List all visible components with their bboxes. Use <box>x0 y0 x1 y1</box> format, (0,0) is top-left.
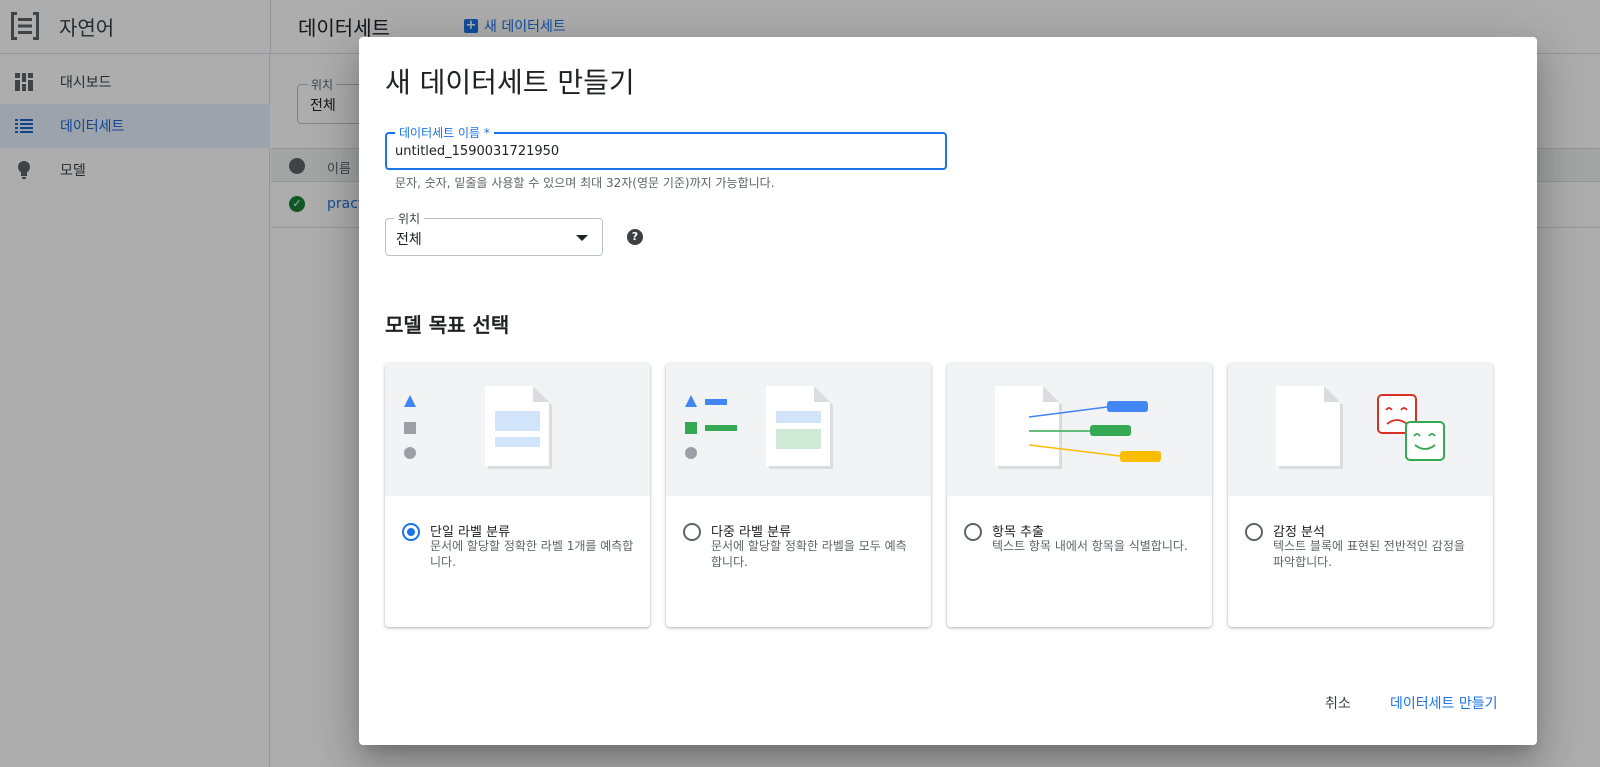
sentiment-analysis-icon <box>1276 386 1445 469</box>
multi-label-classification-icon <box>685 386 833 469</box>
single-label-illustration <box>385 363 650 496</box>
entity-extraction-illustration <box>947 363 1212 496</box>
create-dataset-dialog: 새 데이터세트 만들기 데이터세트 이름 * 문자, 숫자, 밑줄을 사용할 수… <box>359 37 1537 745</box>
objective-description: 문서에 할당할 정확한 라벨을 모두 예측합니다. <box>711 539 907 569</box>
objective-description: 문서에 할당할 정확한 라벨 1개를 예측합니다. <box>430 539 634 569</box>
objective-card-multi-label[interactable]: 다중 라벨 분류 문서에 할당할 정확한 라벨을 모두 예측합니다. <box>666 363 931 627</box>
objective-card-sentiment-analysis[interactable]: 감정 분석 텍스트 블록에 표현된 전반적인 감정을 파악합니다. <box>1228 363 1493 627</box>
dataset-name-hint: 문자, 숫자, 밑줄을 사용할 수 있으며 최대 32자(영문 기준)까지 가능… <box>395 176 775 190</box>
dataset-name-input[interactable] <box>395 141 935 161</box>
objective-card-single-label[interactable]: 단일 라벨 분류 문서에 할당할 정확한 라벨 1개를 예측합니다. <box>385 363 650 627</box>
objective-card-entity-extraction[interactable]: 항목 추출 텍스트 항목 내에서 항목을 식별합니다. <box>947 363 1212 627</box>
multi-label-radio[interactable] <box>683 523 701 541</box>
dialog-title: 새 데이터세트 만들기 <box>385 66 635 99</box>
objective-cards: 단일 라벨 분류 문서에 할당할 정확한 라벨 1개를 예측합니다. 다중 라벨… <box>385 363 1493 627</box>
location-select[interactable]: 위치 전체 <box>385 210 603 256</box>
objective-description: 텍스트 블록에 표현된 전반적인 감정을 파악합니다. <box>1273 539 1465 569</box>
sentiment-analysis-illustration <box>1228 363 1493 496</box>
entity-extraction-icon <box>995 386 1161 469</box>
cancel-button[interactable]: 취소 <box>1325 693 1351 713</box>
location-select-label: 위치 <box>394 210 425 227</box>
single-label-classification-icon <box>404 386 552 469</box>
dataset-name-label: 데이터세트 이름 * <box>395 124 494 141</box>
dropdown-arrow-icon <box>576 235 588 241</box>
multi-label-illustration <box>666 363 931 496</box>
location-select-value: 전체 <box>396 232 422 248</box>
dataset-name-field[interactable]: 데이터세트 이름 * <box>385 124 947 170</box>
objective-section-title: 모델 목표 선택 <box>385 313 510 337</box>
objective-description: 텍스트 항목 내에서 항목을 식별합니다. <box>992 539 1188 553</box>
entity-extraction-radio[interactable] <box>964 523 982 541</box>
sentiment-analysis-radio[interactable] <box>1245 523 1263 541</box>
help-icon[interactable]: ? <box>627 229 643 245</box>
create-dataset-button[interactable]: 데이터세트 만들기 <box>1390 693 1498 713</box>
single-label-radio[interactable] <box>402 523 420 541</box>
